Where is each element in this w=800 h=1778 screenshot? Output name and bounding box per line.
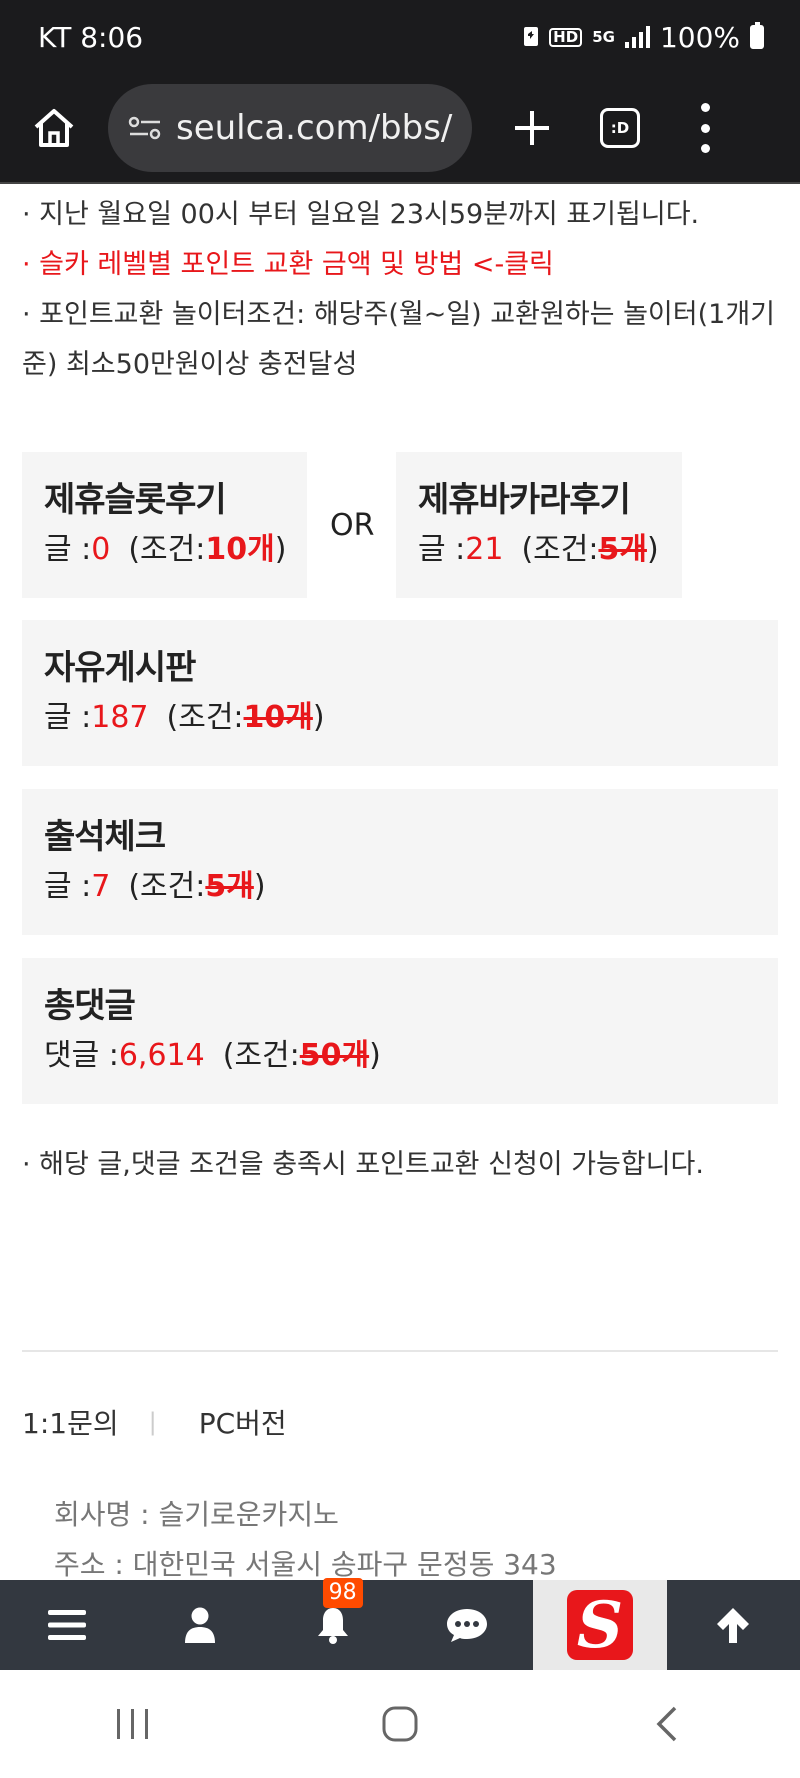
note-exchange-link[interactable]: · 슬카 레벨별 포인트 교환 금액 및 방법 <-클릭 [22, 240, 778, 290]
company-info: 회사명 : 슬기로운카지노 주소 : 대한민국 서울시 송파구 문정동 343 [54, 1490, 557, 1590]
address-bar[interactable]: seulca.com/bbs/ [108, 84, 472, 172]
recent-apps-button[interactable] [93, 1694, 173, 1754]
note-period: · 지난 월요일 00시 부터 일요일 23시59분까지 표기됩니다. [22, 199, 700, 230]
arrow-up-icon [717, 1608, 750, 1643]
hd-icon: HD [549, 27, 583, 47]
hamburger-icon [47, 1610, 86, 1640]
card-stats: 댓글 :6,614 (조건:50개) [44, 1032, 756, 1080]
carrier-time: KT 8:06 [38, 20, 144, 54]
card-total-comments[interactable]: 총댓글 댓글 :6,614 (조건:50개) [22, 958, 778, 1104]
note-condition: · 포인트교환 놀이터조건: 해당주(월~일) 교환원하는 놀이터(1개기준) … [22, 299, 775, 380]
condition-value: 10개 [243, 700, 313, 735]
count-label: 글 : [44, 700, 92, 735]
new-tab-button[interactable] [504, 100, 560, 156]
battery-icon [750, 22, 764, 49]
home-button[interactable] [26, 100, 82, 156]
notification-badge: 98 [322, 1578, 363, 1608]
post-count: 0 [91, 532, 111, 567]
network-5g-icon: 5G [592, 27, 615, 46]
home-nav-button[interactable] [360, 1694, 440, 1754]
inquiry-link[interactable]: 1:1문의 [22, 1402, 119, 1442]
back-button[interactable] [627, 1694, 707, 1754]
home-icon [34, 109, 74, 147]
nav-logo-button[interactable]: S [533, 1580, 667, 1670]
app-bottom-nav: 98 S [0, 1578, 800, 1670]
home-circle-icon [382, 1706, 418, 1742]
card-title: 자유게시판 [44, 648, 196, 688]
condition-label: (조건: [521, 532, 599, 567]
condition-close: ) [312, 700, 325, 735]
post-count: 7 [91, 869, 111, 904]
condition-label: (조건: [128, 869, 206, 904]
notes-section: · 지난 월요일 00시 부터 일요일 23시59분까지 표기됩니다. · 슬카… [22, 190, 778, 390]
post-count: 21 [465, 532, 504, 567]
tab-switcher-button[interactable]: :D [600, 108, 640, 148]
card-title: 제휴슬롯후기 [44, 480, 227, 520]
condition-close: ) [274, 532, 287, 567]
card-stats: 글 :187 (조건:10개) [44, 694, 756, 742]
card-stats: 글 :0 (조건:10개) [44, 526, 287, 574]
card-slot-review[interactable]: 제휴슬롯후기 글 :0 (조건:10개) [22, 452, 307, 598]
more-menu-button[interactable] [690, 103, 720, 153]
count-label: 글 : [44, 869, 92, 904]
condition-close: ) [253, 869, 266, 904]
status-icons: HD 5G 100% [523, 21, 764, 54]
status-bar: KT 8:06 HD 5G 100% [0, 0, 800, 74]
chat-icon [446, 1609, 487, 1642]
comment-count: 6,614 [118, 1038, 205, 1073]
card-stats: 글 :7 (조건:5개) [44, 863, 756, 911]
browser-toolbar: seulca.com/bbs/ :D [0, 74, 800, 184]
link-separator: | [148, 1408, 157, 1436]
condition-value: 50개 [299, 1038, 370, 1073]
condition-label: (조건: [222, 1038, 300, 1073]
user-icon [184, 1607, 215, 1643]
condition-value: 10개 [205, 532, 275, 567]
card-free-board[interactable]: 자유게시판 글 :187 (조건:10개) [22, 620, 778, 766]
recent-apps-icon [117, 1709, 149, 1739]
nav-profile-button[interactable] [133, 1580, 266, 1670]
bell-icon [318, 1608, 349, 1644]
url-text: seulca.com/bbs/ [176, 108, 453, 148]
condition-label: (조건: [166, 700, 244, 735]
review-cards-row: 제휴슬롯후기 글 :0 (조건:10개) OR 제휴바카라후기 글 :21 (조건:… [22, 452, 778, 598]
sync-icon [523, 25, 539, 50]
card-title: 총댓글 [44, 986, 136, 1026]
nav-chat-button[interactable] [400, 1580, 533, 1670]
nav-scroll-top-button[interactable] [667, 1580, 800, 1670]
nav-notifications-button[interactable]: 98 [267, 1578, 400, 1670]
signal-icon [624, 26, 650, 48]
footer-divider [22, 1350, 778, 1352]
back-icon [656, 1706, 676, 1742]
card-title: 출석체크 [44, 817, 166, 857]
condition-value: 5개 [205, 869, 254, 904]
count-label: 댓글 : [44, 1038, 119, 1073]
post-count: 187 [91, 700, 149, 735]
or-label: OR [330, 508, 375, 543]
card-attendance[interactable]: 출석체크 글 :7 (조건:5개) [22, 789, 778, 935]
pc-version-link[interactable]: PC버전 [199, 1402, 287, 1442]
condition-close: ) [646, 532, 659, 567]
card-stats: 글 :21 (조건:5개) [418, 526, 660, 574]
company-name: 회사명 : 슬기로운카지노 [54, 1498, 339, 1531]
condition-label: (조건: [128, 532, 206, 567]
card-baccarat-review[interactable]: 제휴바카라후기 글 :21 (조건:5개) [396, 452, 682, 598]
note-eligibility: · 해당 글,댓글 조건을 충족시 포인트교환 신청이 가능합니다. [22, 1149, 704, 1180]
site-logo: S [566, 1588, 633, 1663]
count-label: 글 : [418, 532, 466, 567]
condition-close: ) [369, 1038, 381, 1073]
condition-value: 5개 [598, 532, 647, 567]
battery-percent: 100% [659, 20, 740, 54]
system-nav-bar [0, 1670, 800, 1778]
count-label: 글 : [44, 532, 92, 567]
plus-icon [515, 111, 549, 145]
site-settings-icon[interactable] [128, 115, 162, 141]
footer-links: 1:1문의 | PC버전 [22, 1402, 287, 1442]
card-title: 제휴바카라후기 [418, 480, 631, 520]
nav-menu-button[interactable] [0, 1580, 133, 1670]
